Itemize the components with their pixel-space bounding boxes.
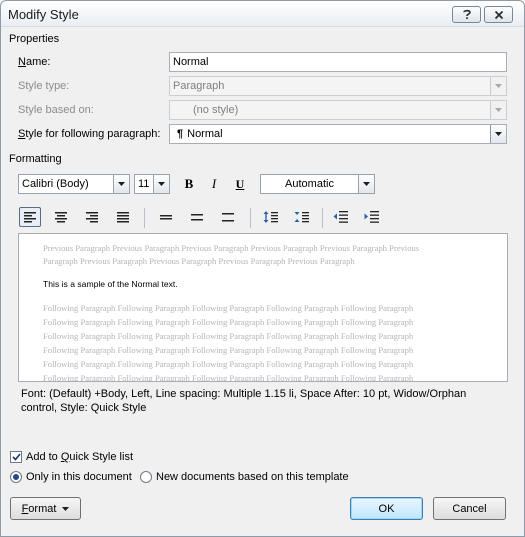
one-half-spacing-button[interactable] (186, 207, 208, 227)
style-description: Font: (Default) +Body, Left, Line spacin… (18, 385, 508, 439)
font-value: Calibri (Body) (22, 178, 89, 190)
based-on-value: (no style) (193, 104, 239, 116)
font-color-select[interactable]: Automatic (260, 174, 375, 194)
style-preview: Previous Paragraph Previous Paragraph Pr… (18, 233, 508, 382)
align-right-icon (86, 212, 98, 223)
toolbar-separator (250, 208, 251, 228)
following-label: Style for following paragraph: (18, 128, 161, 140)
decrease-indent-button[interactable] (330, 207, 352, 227)
chevron-down-icon (490, 77, 506, 95)
style-type-select: Paragraph (169, 76, 507, 96)
following-paragraph-line: Following Paragraph Following Paragraph … (43, 303, 414, 313)
chevron-down-icon[interactable] (358, 175, 374, 193)
single-spacing-icon (160, 215, 172, 220)
close-button[interactable] (484, 6, 513, 23)
only-this-document-label[interactable]: Only in this document (26, 471, 132, 483)
underline-button[interactable]: U (229, 174, 251, 194)
help-button[interactable] (452, 6, 481, 23)
double-spacing-button[interactable] (217, 207, 239, 227)
toolbar-separator (322, 208, 323, 228)
dialog-title: Modify Style (8, 7, 79, 22)
justify-icon (117, 212, 129, 223)
increase-indent-icon (364, 211, 379, 223)
radio-selected-dot (13, 474, 19, 480)
align-left-icon (24, 212, 36, 223)
double-spacing-icon (222, 213, 234, 222)
decrease-spacing-button[interactable] (291, 207, 313, 227)
increase-paragraph-spacing-icon (263, 211, 278, 223)
only-this-document-radio[interactable] (10, 471, 22, 483)
chevron-down-icon[interactable] (490, 125, 506, 143)
following-label-rest: tyle for following paragraph: (25, 128, 161, 140)
align-right-button[interactable] (81, 207, 103, 227)
chevron-down-icon[interactable] (153, 175, 169, 193)
chevron-down-icon[interactable] (113, 175, 129, 193)
italic-button[interactable]: I (203, 174, 225, 194)
justify-button[interactable] (112, 207, 134, 227)
following-paragraph-line: Following Paragraph Following Paragraph … (43, 317, 414, 327)
description-line: Font: (Default) +Body, Left, Line spacin… (21, 388, 467, 400)
align-center-icon (55, 212, 67, 223)
single-spacing-button[interactable] (155, 207, 177, 227)
previous-paragraph-line: Previous Paragraph Previous Paragraph Pr… (43, 243, 420, 253)
one-half-spacing-icon (191, 214, 203, 221)
font-select[interactable]: Calibri (Body) (18, 174, 130, 194)
following-paragraph-line: Following Paragraph Following Paragraph … (43, 345, 414, 355)
font-size-select[interactable]: 11 (134, 174, 170, 194)
ok-button[interactable]: OK (350, 497, 423, 520)
modify-style-dialog: Modify Style Properties Name: Normal Sty… (0, 0, 525, 537)
name-label-rest: ame: (25, 56, 51, 68)
font-color-value: Automatic (285, 178, 334, 190)
chevron-down-icon (490, 101, 506, 119)
based-on-label: Style based on: (18, 104, 94, 116)
decrease-paragraph-spacing-icon (294, 212, 309, 223)
add-quick-style-label[interactable]: Add to Quick Style list (26, 451, 133, 463)
toolbar-separator (144, 208, 145, 228)
following-select[interactable]: ¶ Normal (169, 124, 507, 144)
following-paragraph-line: Following Paragraph Following Paragraph … (43, 359, 414, 369)
align-left-button[interactable] (19, 207, 41, 227)
checkmark-icon (11, 453, 21, 461)
style-type-value: Paragraph (173, 80, 225, 92)
close-icon (494, 10, 503, 19)
sample-text: This is a sample of the Normal text. (43, 279, 178, 289)
properties-heading: Properties (9, 33, 60, 45)
cancel-button[interactable]: Cancel (433, 497, 506, 520)
bold-button[interactable]: B (178, 174, 200, 194)
format-button[interactable]: Format (10, 497, 81, 520)
decrease-indent-icon (333, 211, 348, 223)
increase-spacing-button[interactable] (260, 207, 282, 227)
title-bar: Modify Style (1, 1, 524, 27)
align-center-button[interactable] (50, 207, 72, 227)
formatting-heading: Formatting (9, 153, 62, 165)
previous-paragraph-line: Paragraph Previous Paragraph Previous Pa… (43, 256, 355, 266)
style-type-label: Style type: (18, 80, 70, 92)
caret-down-icon (62, 506, 70, 511)
font-size-value: 11 (138, 178, 150, 190)
add-quick-style-checkbox[interactable] (10, 451, 22, 463)
name-label: Name: (18, 56, 51, 68)
new-documents-label[interactable]: New documents based on this template (156, 471, 349, 483)
following-value: Normal (187, 128, 223, 140)
pilcrow-icon: ¶ (177, 128, 184, 140)
question-mark-icon (462, 9, 471, 19)
description-line: control, Style: Quick Style (21, 402, 147, 414)
based-on-select: (no style) (169, 100, 507, 120)
increase-indent-button[interactable] (361, 207, 383, 227)
following-paragraph-line: Following Paragraph Following Paragraph … (43, 331, 414, 341)
format-label: Format (21, 502, 57, 515)
name-field[interactable]: Normal (169, 52, 507, 72)
name-value: Normal (173, 56, 209, 68)
following-paragraph-line: Following Paragraph Following Paragraph … (43, 373, 414, 382)
new-documents-radio[interactable] (140, 471, 152, 483)
